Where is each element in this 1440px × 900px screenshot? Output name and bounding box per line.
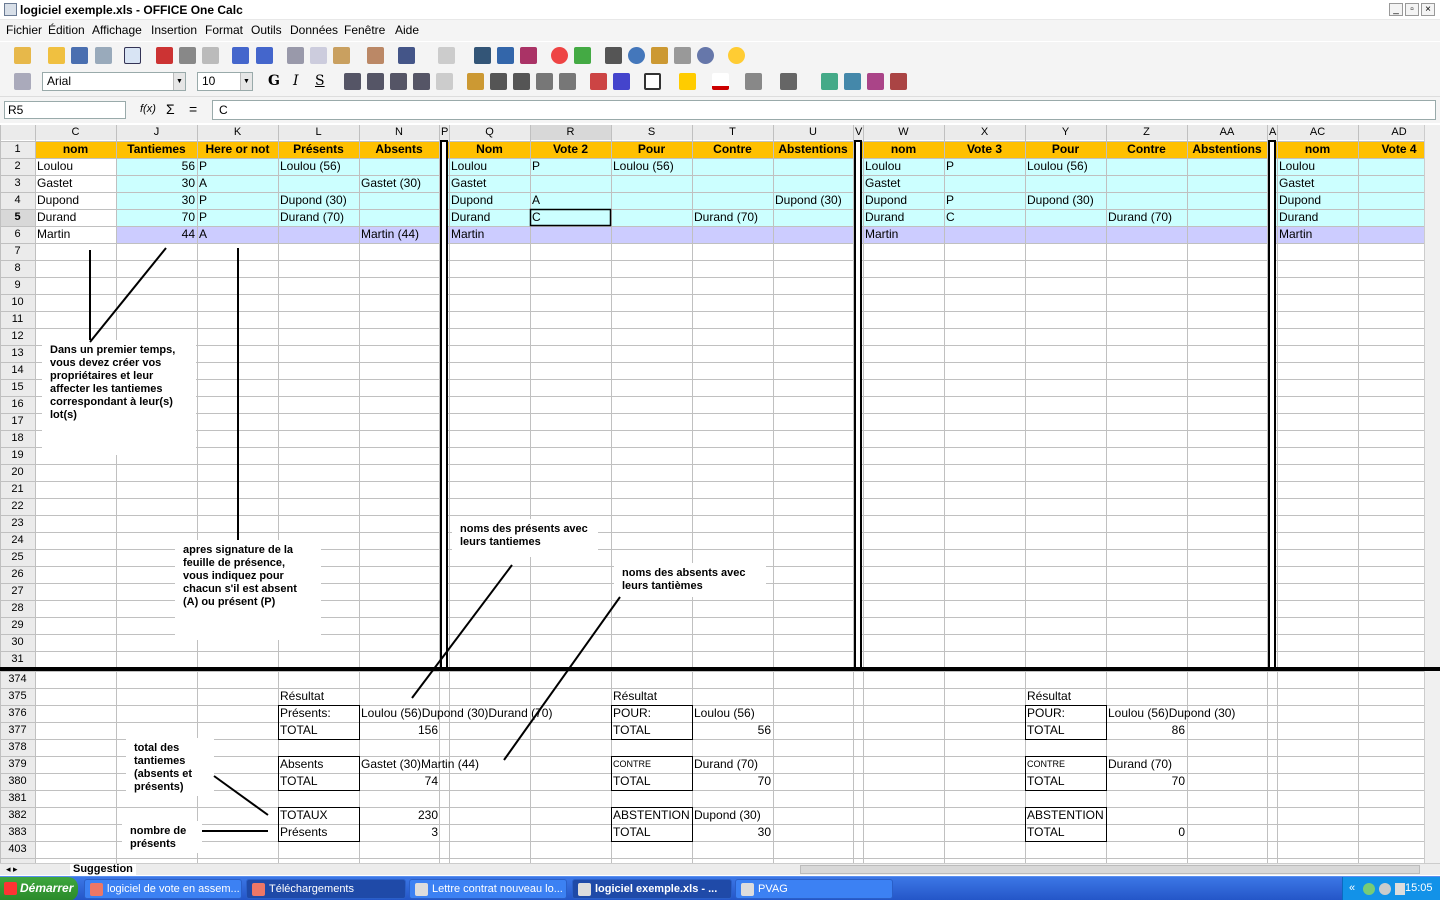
tray-expand-icon[interactable]: «: [1349, 877, 1355, 899]
task-letter[interactable]: Lettre contrat nouveau lo...: [409, 879, 567, 899]
firefox-icon: [252, 883, 265, 896]
task-label: logiciel de vote en assem...: [107, 883, 240, 895]
clock: 15:05: [1405, 882, 1433, 894]
task-downloads[interactable]: Téléchargements: [246, 879, 406, 899]
annotation-arrows: [89, 247, 621, 832]
security-icon[interactable]: [1379, 883, 1391, 895]
task-label: Téléchargements: [269, 883, 354, 895]
firefox-icon: [90, 883, 103, 896]
spreadsheet-icon: [578, 883, 591, 896]
task-pvag[interactable]: PVAG: [735, 879, 893, 899]
task-label: logiciel exemple.xls - ...: [595, 883, 718, 895]
task-browser-1[interactable]: logiciel de vote en assem...: [84, 879, 242, 899]
sheet-tab[interactable]: Suggestion: [70, 864, 136, 875]
tab-nav-icon[interactable]: ◂ ▸: [6, 864, 18, 875]
horizontal-scrollbar[interactable]: [800, 865, 1420, 874]
task-calc[interactable]: logiciel exemple.xls - ...: [572, 879, 732, 899]
volume-icon[interactable]: [1395, 883, 1405, 895]
sheet-tabs-bar: ◂ ▸ Suggestion: [0, 863, 1440, 875]
network-icon[interactable]: [1363, 883, 1375, 895]
start-button[interactable]: Démarrer: [0, 877, 78, 900]
windows-logo-icon: [4, 882, 17, 895]
task-label: PVAG: [758, 883, 788, 895]
document-icon: [415, 883, 428, 896]
taskbar: Démarrer logiciel de vote en assem... Té…: [0, 876, 1440, 900]
task-label: Lettre contrat nouveau lo...: [432, 883, 563, 895]
system-tray: « 15:05: [1342, 877, 1440, 900]
document-icon: [741, 883, 754, 896]
start-label: Démarrer: [20, 881, 74, 895]
